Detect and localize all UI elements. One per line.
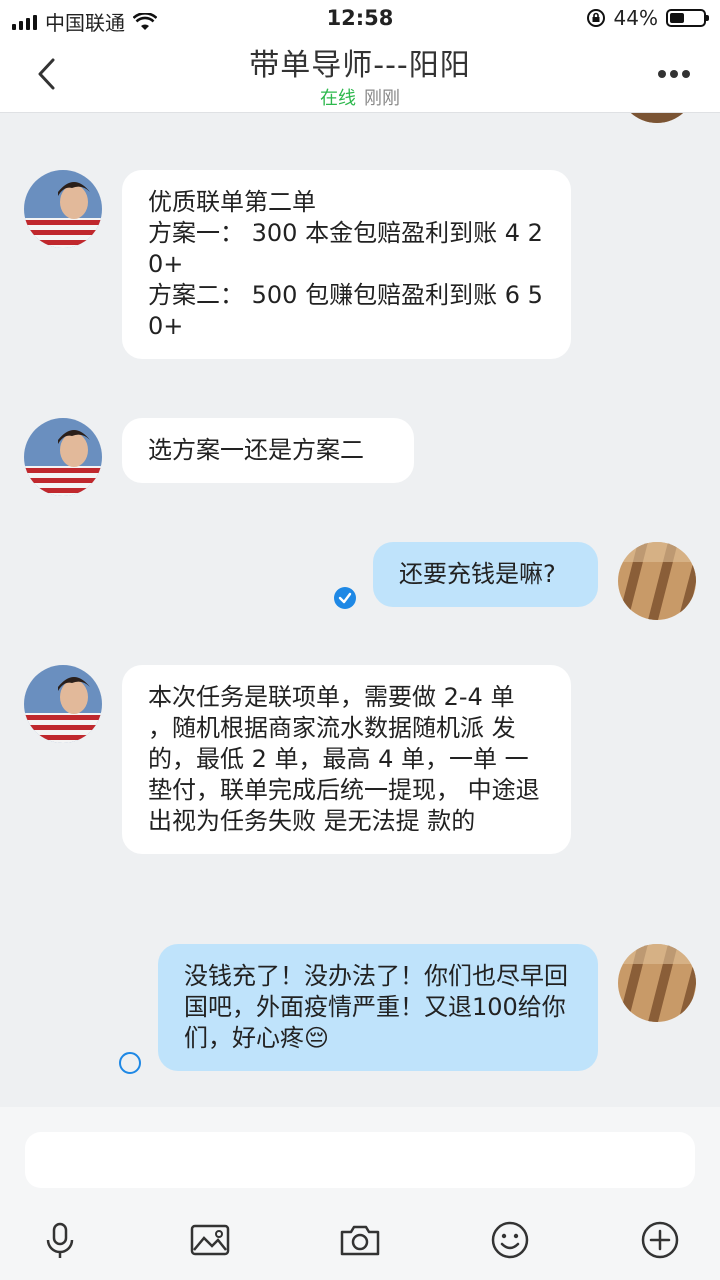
- contact-avatar[interactable]: [24, 418, 102, 496]
- contact-avatar[interactable]: [24, 665, 102, 743]
- camera-icon[interactable]: [338, 1218, 382, 1262]
- emoji-icon[interactable]: [488, 1218, 532, 1262]
- dot-icon: [682, 70, 690, 78]
- chat-header: 带单导师---阳阳 在线 刚刚: [0, 36, 720, 113]
- online-status: 在线: [320, 88, 356, 109]
- message-bubble[interactable]: 选方案一还是方案二: [122, 418, 414, 483]
- orientation-lock-icon: [586, 9, 605, 27]
- image-icon[interactable]: [188, 1218, 232, 1262]
- sending-status-icon: [119, 1052, 141, 1074]
- message-input[interactable]: [25, 1132, 695, 1188]
- read-check-icon: [334, 587, 356, 609]
- my-avatar[interactable]: [618, 542, 696, 620]
- plus-icon[interactable]: [638, 1218, 682, 1262]
- my-avatar[interactable]: [618, 113, 696, 123]
- dot-icon: [658, 70, 666, 78]
- battery-percent: 44%: [613, 6, 658, 30]
- my-avatar[interactable]: [618, 944, 696, 1022]
- message-bubble[interactable]: 本次任务是联项单，需要做 2-4 单 ，随机根据商家流水数据随机派 发的，最低 …: [122, 665, 571, 854]
- message-list[interactable]: 优质联单第二单 方案一： 300 本金包赔盈利到账 4 20+ 方案二： 500…: [0, 113, 720, 1107]
- message-bubble[interactable]: 优质联单第二单 方案一： 300 本金包赔盈利到账 4 20+ 方案二： 500…: [122, 170, 571, 359]
- microphone-icon[interactable]: [38, 1218, 82, 1262]
- message-bubble[interactable]: 没钱充了！没办法了！你们也尽早回国吧，外面疫情严重！又退100给你们，好心疼😔: [158, 944, 598, 1071]
- message-bubble[interactable]: 还要充钱是嘛?: [373, 542, 598, 607]
- battery-icon: [666, 9, 709, 27]
- composer: [0, 1107, 720, 1280]
- more-options-button[interactable]: [658, 70, 690, 78]
- status-right: 44%: [586, 6, 709, 30]
- contact-avatar[interactable]: [24, 170, 102, 248]
- presence: 在线 刚刚: [0, 84, 720, 110]
- dot-icon: [670, 70, 678, 78]
- status-bar: 中国联通 12:58 44%: [0, 0, 720, 36]
- last-seen: 刚刚: [364, 88, 400, 109]
- contact-name: 带单导师---阳阳: [249, 48, 471, 83]
